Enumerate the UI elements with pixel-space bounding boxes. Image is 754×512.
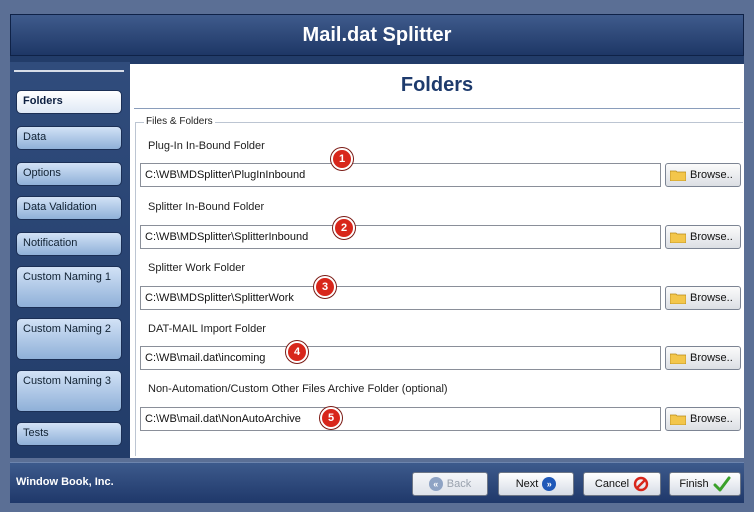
plugin-inbound-folder-input[interactable] [140,163,661,187]
field-label-plugin-inbound: Plug-In In-Bound Folder [148,140,265,152]
splitter-work-folder-input[interactable] [140,286,661,310]
sidebar-item-folders[interactable]: Folders [16,90,122,114]
cancel-button[interactable]: Cancel [583,472,661,496]
back-button[interactable]: « Back [412,472,488,496]
back-arrow-icon: « [428,477,443,491]
sidebar-item-data[interactable]: Data [16,126,122,150]
callout-badge-1: 1 [331,148,353,170]
window-title: Mail.dat Splitter [10,14,744,56]
browse-button-archive[interactable]: Browse.. [665,407,741,431]
group-border-top [135,122,743,123]
company-name: Window Book, Inc. [16,476,114,488]
splitter-inbound-folder-input[interactable] [140,225,661,249]
field-label-splitter-work: Splitter Work Folder [148,262,245,274]
sidebar-item-data-validation[interactable]: Data Validation [16,196,122,220]
folder-icon [670,170,686,181]
datmail-import-folder-input[interactable] [140,346,661,370]
finish-label: Finish [679,478,709,490]
page-title: Folders [400,74,474,96]
title-divider [134,108,740,109]
sidebar-divider [14,70,124,72]
browse-button-datmail-import[interactable]: Browse.. [665,346,741,370]
field-label-datmail-import: DAT-MAIL Import Folder [148,323,266,335]
archive-folder-input[interactable] [140,407,661,431]
checkmark-icon [713,476,731,492]
browse-label: Browse.. [690,169,733,181]
sidebar-item-custom-naming-1[interactable]: Custom Naming 1 [16,266,122,308]
browse-label: Browse.. [690,352,733,364]
finish-button[interactable]: Finish [669,472,741,496]
cancel-label: Cancel [594,478,630,490]
sidebar-item-tests[interactable]: Tests [16,422,122,446]
sidebar-item-custom-naming-3[interactable]: Custom Naming 3 [16,370,122,412]
browse-label: Browse.. [690,231,733,243]
group-border-left [135,122,136,456]
next-label: Next [515,478,539,490]
main-panel: Folders [130,64,744,458]
field-label-splitter-inbound: Splitter In-Bound Folder [148,201,265,213]
sidebar-item-notification[interactable]: Notification [16,232,122,256]
sidebar-item-custom-naming-2[interactable]: Custom Naming 2 [16,318,122,360]
folder-icon [670,293,686,304]
back-label: Back [446,478,472,490]
next-button[interactable]: Next » [498,472,574,496]
group-label: Files & Folders [144,116,215,127]
browse-button-splitter-inbound[interactable]: Browse.. [665,225,741,249]
callout-badge-2: 2 [333,217,355,239]
callout-badge-4: 4 [286,341,308,363]
browse-label: Browse.. [690,292,733,304]
browse-label: Browse.. [690,413,733,425]
browse-button-plugin-inbound[interactable]: Browse.. [665,163,741,187]
sidebar-item-options[interactable]: Options [16,162,122,186]
folder-icon [670,414,686,425]
callout-badge-3: 3 [314,276,336,298]
field-label-archive: Non-Automation/Custom Other Files Archiv… [148,383,448,395]
browse-button-splitter-work[interactable]: Browse.. [665,286,741,310]
folder-icon [670,232,686,243]
folder-icon [670,353,686,364]
next-arrow-icon: » [542,477,557,491]
cancel-icon [633,476,649,492]
callout-badge-5: 5 [320,407,342,429]
